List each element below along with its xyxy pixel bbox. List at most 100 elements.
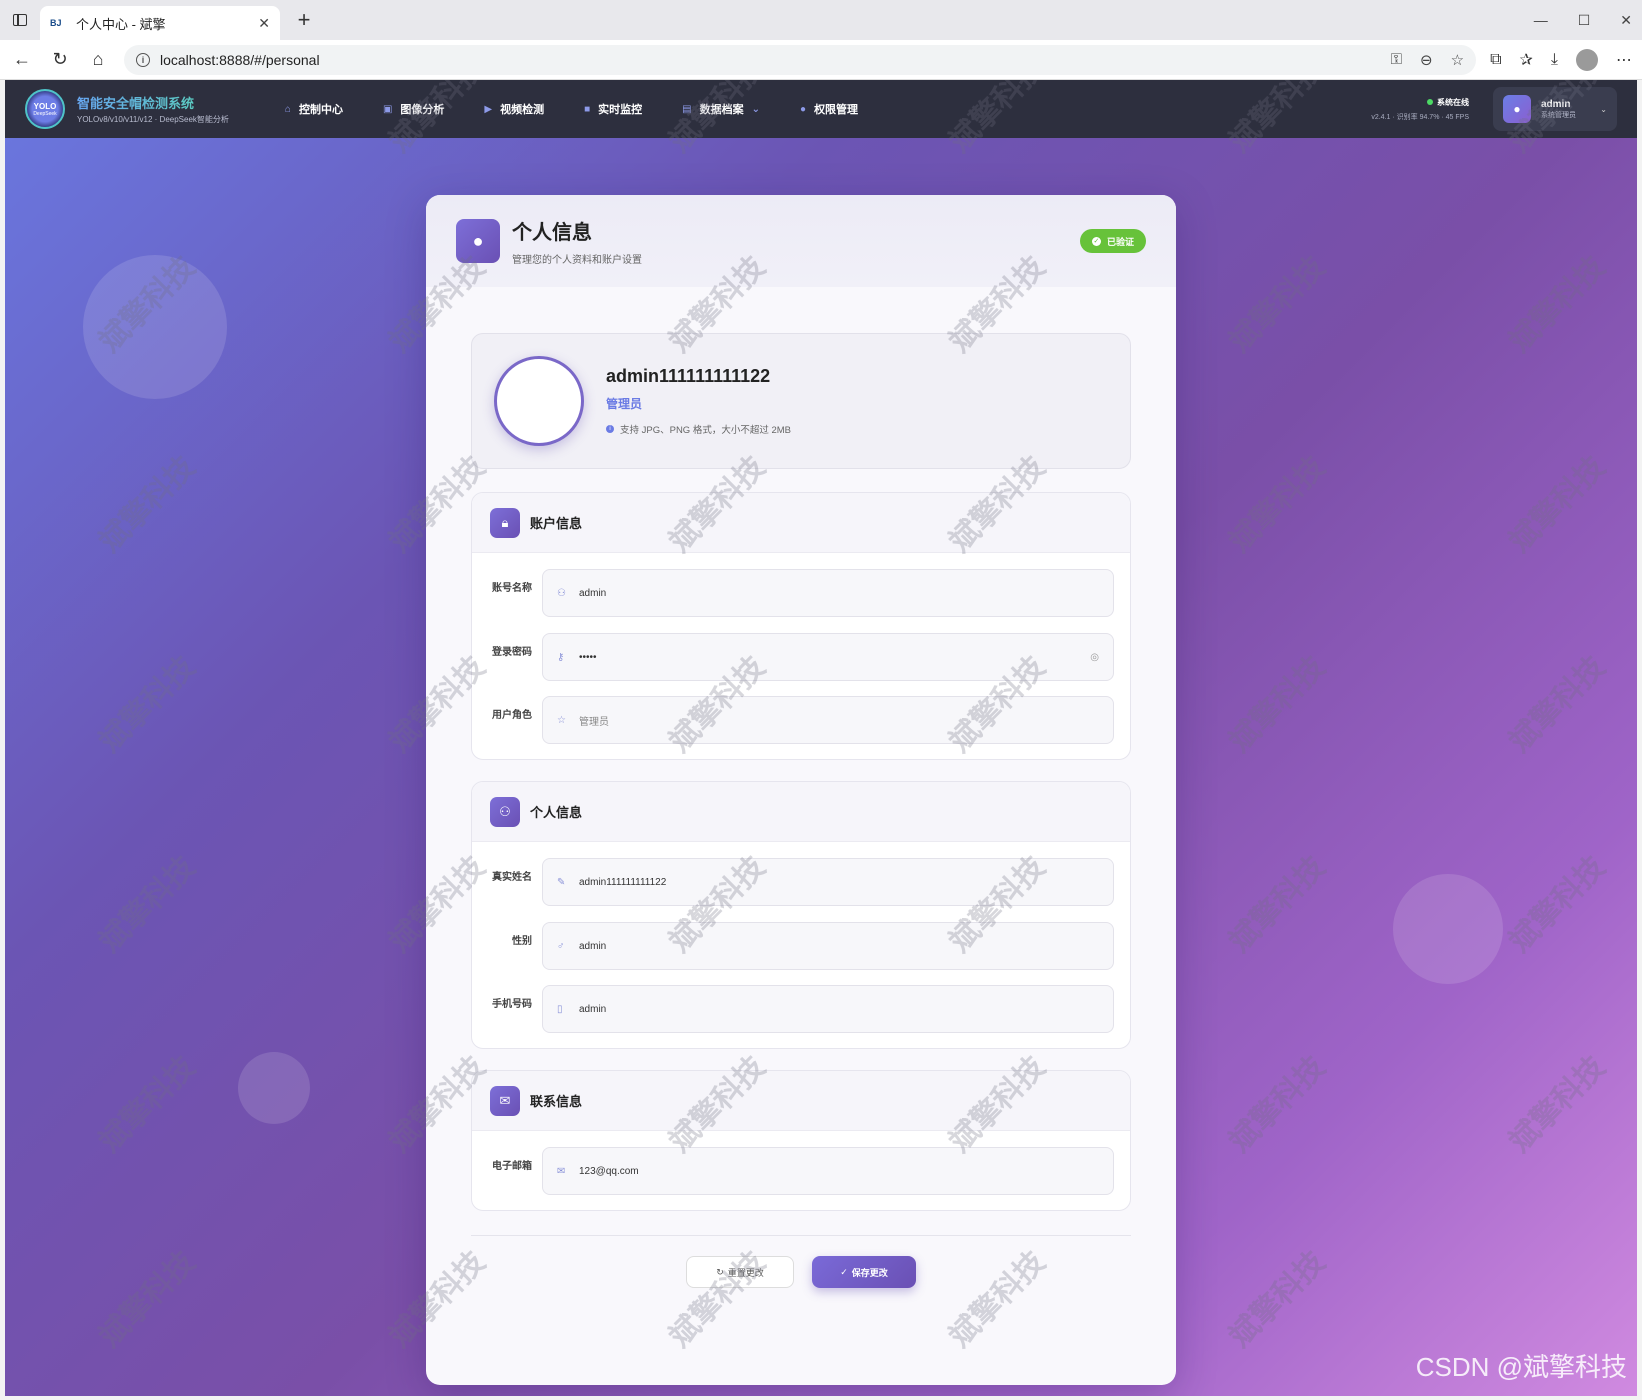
field-label: 用户角色 — [492, 710, 532, 721]
brand: 智能安全帽检测系统 YOLOv8/v10/v11/v12 · DeepSeek智… — [77, 93, 229, 125]
app-logo[interactable]: YOLO DeepSeek — [25, 89, 65, 129]
star-icon[interactable]: ☆ — [1451, 51, 1464, 69]
new-tab-button[interactable]: + — [286, 2, 322, 38]
password-input[interactable]: ⚷ ••••• ◎ — [542, 633, 1114, 681]
favorites-icon[interactable]: ✰ — [1520, 50, 1533, 70]
field-value: 123@qq.com — [579, 1165, 639, 1177]
user-menu[interactable]: ● admin 系统管理员 ⌄ — [1493, 87, 1617, 131]
role-input: ☆ 管理员 — [542, 696, 1114, 744]
field-label: 账号名称 — [492, 583, 532, 594]
menu-item-video-detection[interactable]: ▶ 视频检测 — [484, 101, 544, 117]
profile-role: 管理员 — [606, 397, 643, 411]
gender-field-row: 性别 ♂ admin — [472, 922, 1130, 972]
tab-favicon-icon: BJ — [50, 18, 62, 28]
menu-item-realtime-monitor[interactable]: ■ 实时监控 — [584, 101, 642, 117]
page-subtitle: 管理您的个人资料和账户设置 — [512, 255, 642, 266]
menu-label: 图像分析 — [400, 104, 445, 116]
menu-item-dashboard[interactable]: ⌂ 控制中心 — [285, 101, 343, 117]
field-label: 登录密码 — [492, 647, 532, 658]
browser-tab[interactable]: BJ 个人中心 - 斌擎 ✕ — [40, 6, 280, 40]
menu-item-permissions[interactable]: ● 权限管理 — [800, 101, 858, 117]
decorative-bubble — [83, 255, 227, 399]
status-detail: v2.4.1 · 识别率 94.7% · 45 FPS — [1371, 113, 1469, 121]
username-input[interactable]: ⚇ admin — [542, 569, 1114, 617]
account-section: 🔒︎ 账户信息 账号名称 ⚇ admin 登录密码 ⚷ ••••• ◎ 用户角色… — [471, 492, 1131, 760]
lock-icon: 🔒︎ — [490, 507, 520, 538]
verified-badge: ✓ 已验证 — [1079, 229, 1146, 253]
tab-title: 个人中心 - 斌擎 — [76, 16, 166, 32]
key-icon[interactable]: ⚿ — [1391, 51, 1402, 69]
avatar-upload[interactable] — [494, 356, 584, 446]
save-button[interactable]: ✓ 保存更改 — [812, 1256, 916, 1288]
personal-info-card: ● 个人信息 管理您的个人资料和账户设置 ✓ 已验证 admin11111111… — [426, 195, 1176, 1385]
upload-hint: 支持 JPG、PNG 格式，大小不超过 2MB — [620, 425, 792, 436]
brand-subtitle: YOLOv8/v10/v11/v12 · DeepSeek智能分析 — [77, 115, 229, 124]
menu-item-image-analysis[interactable]: ▣ 图像分析 — [383, 101, 444, 117]
zoom-icon[interactable]: ⊖ — [1420, 51, 1433, 69]
more-icon[interactable]: ⋯ — [1616, 50, 1632, 70]
field-value: admin111111111122 — [579, 876, 667, 888]
extensions-icon[interactable]: ⧉ — [1490, 51, 1501, 69]
user-name: admin — [1541, 98, 1571, 110]
sidebar-toggle-icon[interactable] — [0, 0, 40, 40]
logo-subtext: DeepSeek — [33, 110, 57, 117]
field-value: admin — [579, 1003, 607, 1015]
profile-name: admin111111111122 — [606, 366, 771, 386]
main-menu: ⌂ 控制中心 ▣ 图像分析 ▶ 视频检测 ■ 实时监控 ▤ 数据档案 ⌄ ● 权… — [285, 101, 858, 117]
male-icon: ♂ — [557, 940, 565, 952]
home-icon[interactable]: ⌂ — [86, 48, 110, 72]
field-value: admin — [579, 940, 607, 952]
tab-close-icon[interactable]: ✕ — [258, 15, 270, 32]
reset-button[interactable]: ↻ 重置更改 — [686, 1256, 794, 1288]
info-icon: i — [606, 425, 614, 433]
chevron-down-icon: ⌄ — [751, 103, 761, 115]
home-icon: ⌂ — [284, 103, 291, 115]
gender-input[interactable]: ♂ admin — [542, 922, 1114, 970]
field-label: 真实姓名 — [492, 872, 532, 883]
field-value: ••••• — [579, 651, 597, 663]
video-icon: ▶ — [484, 103, 493, 115]
mail-icon: ✉ — [490, 1085, 520, 1116]
maximize-button[interactable]: ☐ — [1578, 12, 1591, 29]
field-label: 电子邮箱 — [492, 1161, 532, 1172]
watermark: 斌擎科技 — [1223, 250, 1332, 359]
watermark: 斌擎科技 — [93, 1245, 202, 1354]
watermark: 斌擎科技 — [93, 1050, 202, 1159]
user-avatar-icon: ● — [1503, 95, 1531, 123]
section-title: 个人信息 — [530, 805, 583, 820]
browser-tab-bar: BJ 个人中心 - 斌擎 ✕ + — ☐ ✕ — [0, 0, 1642, 40]
image-icon: ▣ — [382, 103, 393, 115]
eye-off-icon[interactable]: ◎ — [1090, 652, 1099, 663]
check-icon: ✓ — [1091, 236, 1101, 246]
watermark: 斌擎科技 — [1223, 650, 1332, 759]
url-field[interactable]: i localhost:8888/#/personal ⚿ ⊖ ☆ — [124, 44, 1477, 75]
menu-label: 数据档案 — [699, 104, 744, 116]
menu-label: 视频检测 — [500, 104, 545, 116]
minimize-button[interactable]: — — [1534, 12, 1548, 28]
phone-input[interactable]: ▯ admin — [542, 985, 1114, 1033]
profile-avatar-icon[interactable] — [1576, 48, 1598, 71]
edit-icon: ✎ — [557, 876, 566, 888]
watermark: 斌擎科技 — [1223, 450, 1332, 559]
window-controls: — ☐ ✕ — [1534, 0, 1632, 40]
download-icon[interactable]: ⤓ — [1551, 51, 1558, 69]
field-label: 手机号码 — [492, 999, 532, 1010]
check-icon: ✓ — [840, 1266, 848, 1277]
profile-summary: admin111111111122 管理员 i 支持 JPG、PNG 格式，大小不… — [471, 333, 1131, 469]
section-title: 联系信息 — [530, 1094, 583, 1109]
email-input[interactable]: ✉ 123@qq.com — [542, 1147, 1114, 1195]
site-info-icon[interactable]: i — [136, 52, 150, 67]
refresh-icon: ↻ — [716, 1266, 724, 1277]
field-label: 性别 — [512, 936, 532, 947]
watermark: 斌擎科技 — [1223, 1050, 1332, 1159]
reload-icon[interactable]: ↻ — [48, 48, 72, 72]
back-arrow-icon[interactable]: ← — [10, 48, 34, 72]
chevron-down-icon: ⌄ — [1600, 104, 1607, 114]
browser-address-bar: ← ↻ ⌂ i localhost:8888/#/personal ⚿ ⊖ ☆ … — [0, 40, 1642, 80]
realname-input[interactable]: ✎ admin111111111122 — [542, 858, 1114, 906]
menu-item-data-archive[interactable]: ▤ 数据档案 ⌄ — [682, 101, 760, 117]
star-icon: ☆ — [557, 714, 566, 726]
password-field-row: 登录密码 ⚷ ••••• ◎ — [472, 633, 1130, 683]
csdn-watermark: CSDN @斌擎科技 — [1415, 1352, 1627, 1382]
close-window-button[interactable]: ✕ — [1620, 12, 1632, 29]
